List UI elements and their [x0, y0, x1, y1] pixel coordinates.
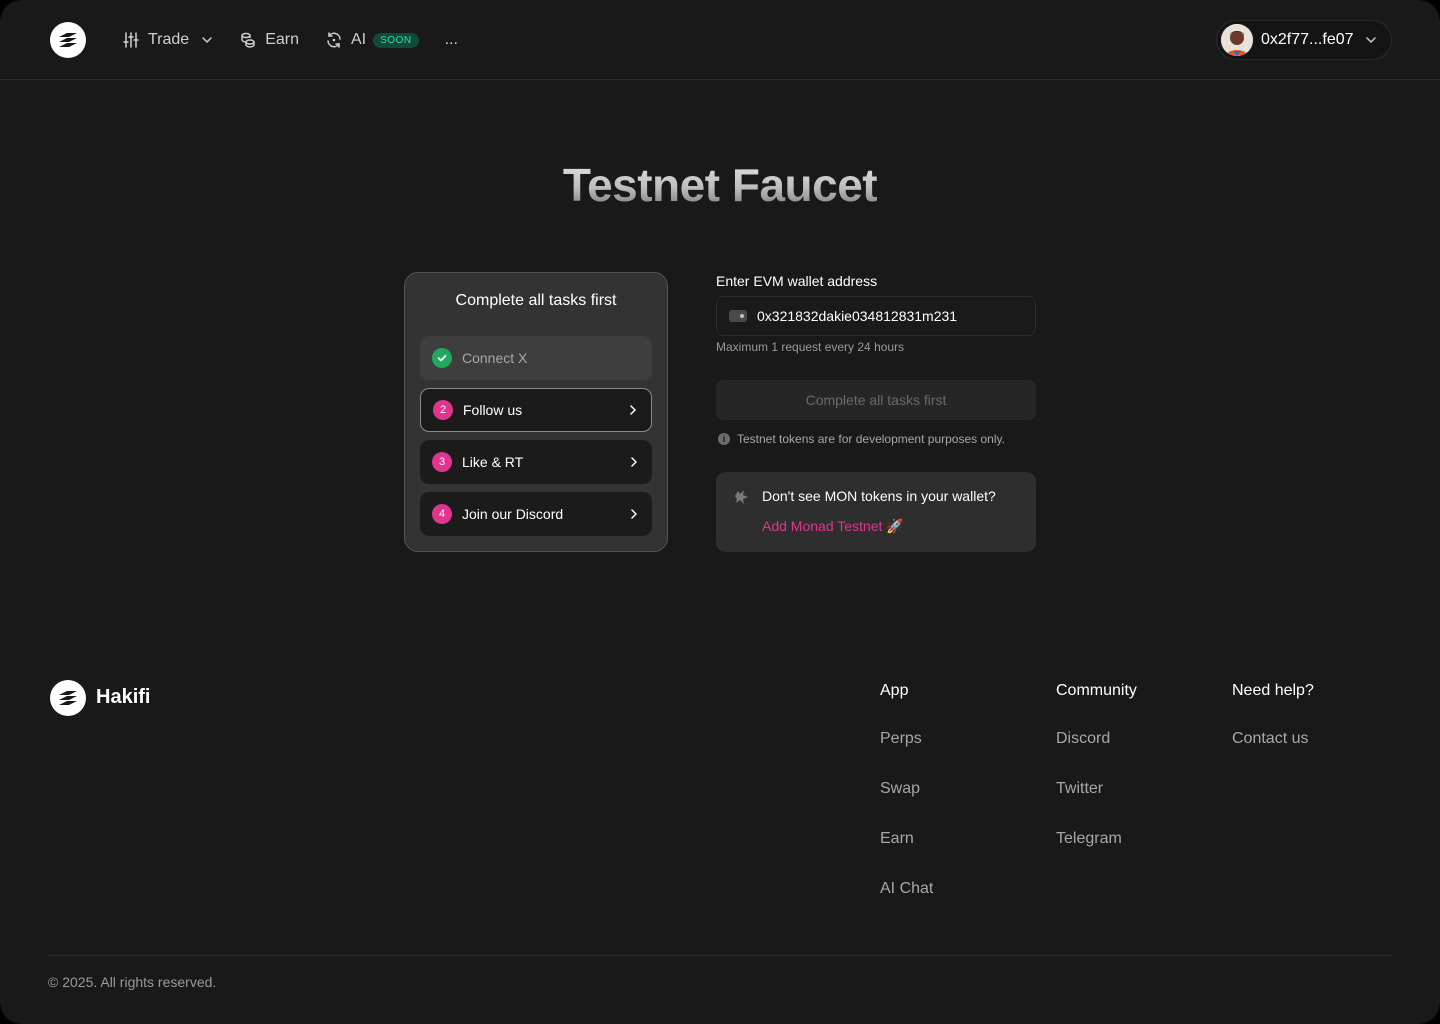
copyright-text: © 2025. All rights reserved.: [48, 974, 217, 990]
request-tokens-button[interactable]: Complete all tasks first: [716, 380, 1036, 420]
sliders-icon: [123, 32, 139, 48]
footer-heading: Need help?: [1232, 682, 1314, 699]
puzzle-icon: [735, 490, 748, 504]
testnet-note: i Testnet tokens are for development pur…: [718, 432, 1005, 446]
chevron-down-icon: [202, 37, 212, 44]
footer-link-telegram[interactable]: Telegram: [1056, 830, 1122, 848]
footer-brand: Hakifi: [96, 686, 151, 708]
hakifi-logo[interactable]: [50, 22, 86, 58]
task-follow-us[interactable]: 2 Follow us: [420, 388, 652, 432]
task-label: Connect X: [462, 350, 528, 366]
footer-column-community: Community Discord Twitter Telegram: [1056, 682, 1137, 847]
wallet-account-button[interactable]: 0x2f77...fe07: [1216, 20, 1392, 60]
coins-icon: [241, 32, 255, 48]
footer-link-twitter[interactable]: Twitter: [1056, 780, 1103, 798]
rate-limit-hint: Maximum 1 request every 24 hours: [716, 340, 905, 354]
logo-mark-icon: [59, 33, 77, 47]
footer-heading: Community: [1056, 682, 1137, 699]
main-nav: Trade Earn AI SOON ...: [122, 28, 458, 52]
nav-ai-label: AI: [351, 31, 367, 48]
app-window: Trade Earn AI SOON ... 0x2f77...fe07 Tes…: [0, 0, 1440, 1024]
more-menu-button[interactable]: ...: [445, 31, 458, 49]
nav-trade[interactable]: Trade: [122, 31, 213, 49]
soon-badge: SOON: [373, 32, 419, 48]
task-connect-x[interactable]: Connect X: [420, 336, 652, 380]
logo-mark-icon: [59, 691, 77, 705]
footer-link-earn[interactable]: Earn: [880, 830, 914, 848]
tasks-title: Complete all tasks first: [455, 292, 617, 309]
footer-column-app: App Perps Swap Earn AI Chat: [880, 682, 933, 897]
mon-card-text: Don't see MON tokens in your wallet?: [762, 488, 996, 504]
wallet-address-field[interactable]: [716, 296, 1036, 336]
check-icon: [432, 348, 452, 368]
footer-column-help: Need help? Contact us: [1232, 682, 1314, 747]
mon-token-card: Don't see MON tokens in your wallet? Add…: [716, 472, 1036, 552]
add-monad-testnet-link[interactable]: Add Monad Testnet 🚀: [762, 518, 904, 535]
wallet-icon: [729, 310, 747, 322]
footer-divider: [48, 955, 1392, 956]
nav-earn[interactable]: Earn: [239, 31, 299, 49]
task-label: Like & RT: [462, 454, 524, 470]
footer-heading: App: [880, 682, 909, 699]
step-number-badge: 4: [432, 504, 452, 524]
task-join-discord[interactable]: 4 Join our Discord: [420, 492, 652, 536]
tasks-card: Complete all tasks first Connect X 2 Fol…: [404, 272, 668, 552]
wallet-address-label: Enter EVM wallet address: [716, 273, 878, 289]
avatar: [1221, 24, 1253, 56]
page-title: Testnet Faucet: [0, 158, 1440, 212]
footer-link-perps[interactable]: Perps: [880, 730, 922, 748]
chevron-right-icon: [630, 405, 637, 415]
ai-refresh-icon: [327, 32, 341, 48]
wallet-address: 0x2f77...fe07: [1261, 31, 1354, 48]
wallet-address-input[interactable]: [757, 308, 1017, 324]
footer-link-ai-chat[interactable]: AI Chat: [880, 880, 933, 898]
top-navbar: Trade Earn AI SOON ... 0x2f77...fe07: [0, 0, 1440, 80]
nav-trade-label: Trade: [148, 31, 190, 48]
step-number-badge: 3: [432, 452, 452, 472]
chevron-right-icon: [631, 509, 638, 519]
footer-link-discord[interactable]: Discord: [1056, 730, 1110, 748]
chevron-down-icon: [1366, 37, 1376, 44]
footer-link-contact[interactable]: Contact us: [1232, 730, 1308, 748]
task-label: Follow us: [463, 402, 523, 418]
nav-ai[interactable]: AI SOON: [325, 31, 419, 49]
testnet-note-text: Testnet tokens are for development purpo…: [737, 432, 1005, 446]
info-icon: i: [718, 433, 730, 445]
nav-earn-label: Earn: [265, 31, 299, 48]
step-number-badge: 2: [433, 400, 453, 420]
footer-logo[interactable]: [50, 680, 86, 716]
chevron-right-icon: [631, 457, 638, 467]
footer-link-swap[interactable]: Swap: [880, 780, 920, 798]
task-like-rt[interactable]: 3 Like & RT: [420, 440, 652, 484]
task-label: Join our Discord: [462, 506, 564, 522]
